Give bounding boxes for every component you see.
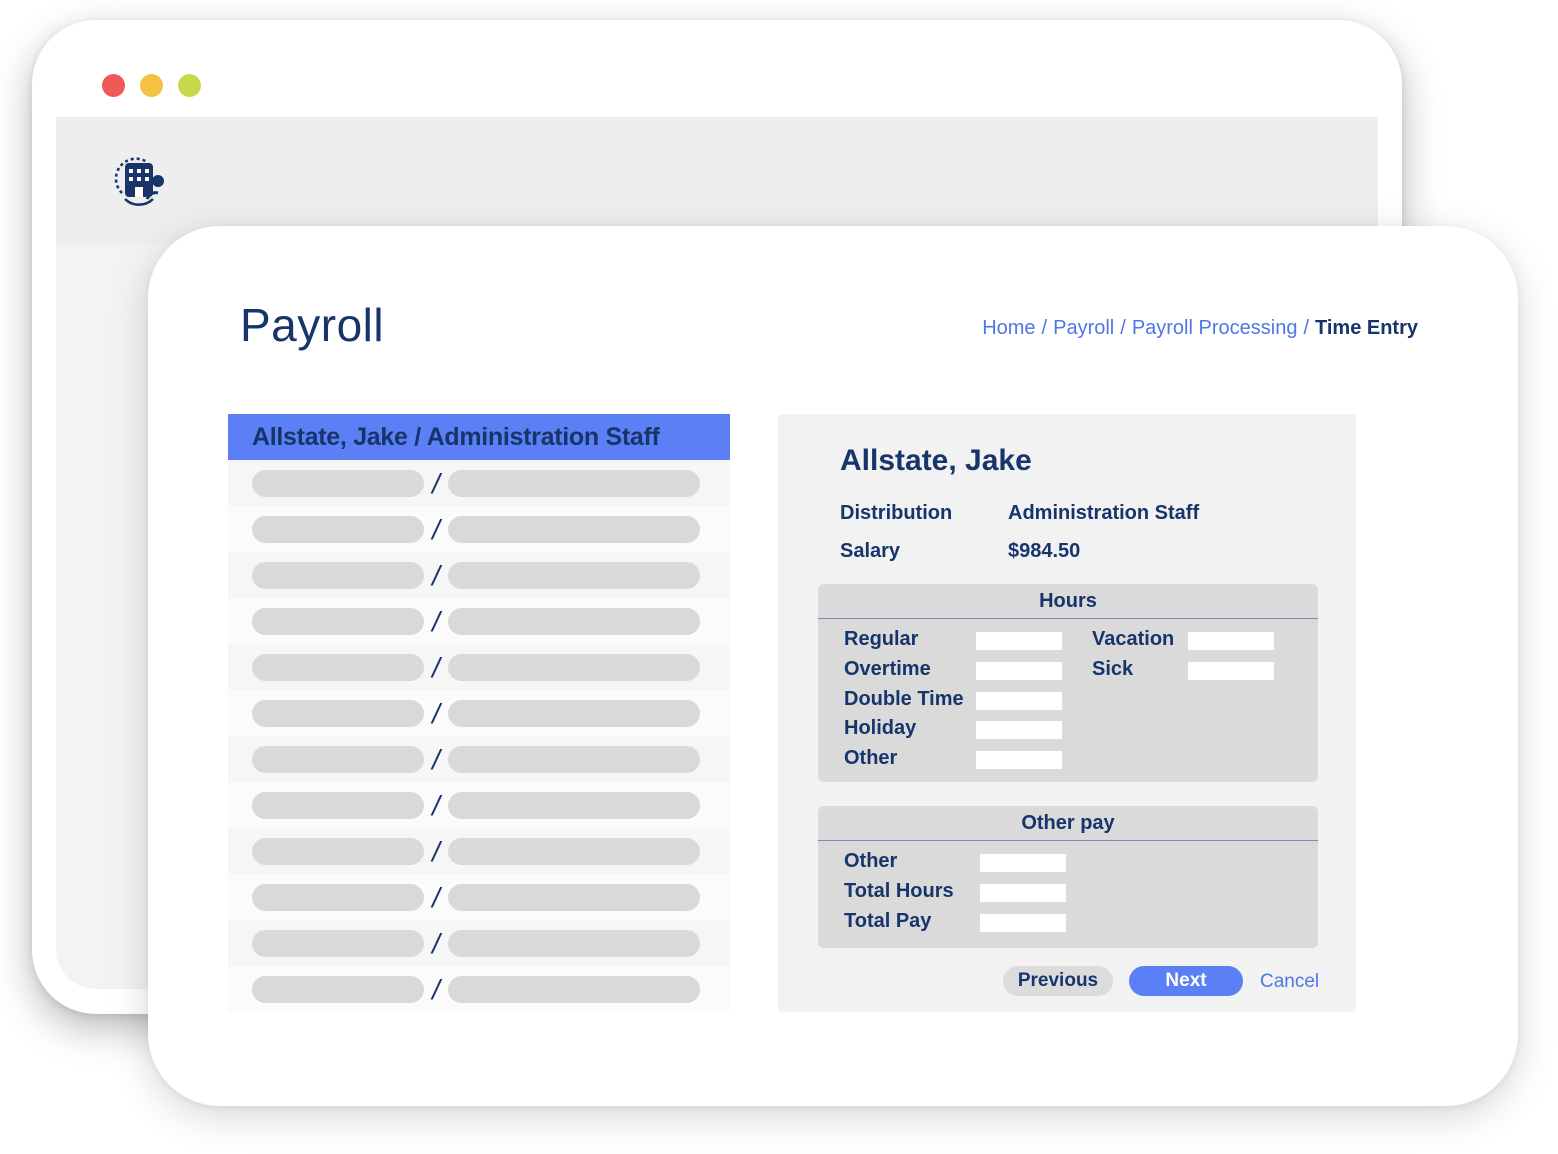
distribution-placeholder	[448, 837, 700, 865]
row-separator: /	[432, 513, 440, 545]
distribution-placeholder	[448, 469, 700, 497]
employee-name-placeholder	[252, 653, 424, 681]
employee-name-placeholder	[252, 929, 424, 957]
hours-section-title: Hours	[818, 584, 1318, 619]
other-hours-input[interactable]	[976, 751, 1062, 769]
row-separator: /	[432, 697, 440, 729]
employee-list-item[interactable]: /	[228, 782, 730, 828]
other-pay-section-title: Other pay	[818, 806, 1318, 841]
window-controls	[102, 74, 201, 97]
row-separator: /	[432, 467, 440, 499]
row-separator: /	[432, 927, 440, 959]
holiday-hours-input[interactable]	[976, 721, 1062, 739]
employee-name-placeholder	[252, 607, 424, 635]
distribution-placeholder	[448, 653, 700, 681]
row-separator: /	[432, 605, 440, 637]
employee-list-item[interactable]: /	[228, 690, 730, 736]
total-hours-input[interactable]	[980, 884, 1066, 902]
employee-name: Allstate, Jake	[840, 444, 1032, 477]
distribution-placeholder	[448, 607, 700, 635]
employee-name-placeholder	[252, 745, 424, 773]
distribution-placeholder	[448, 515, 700, 543]
building-logo-icon[interactable]	[111, 153, 167, 209]
breadcrumb-current: Time Entry	[1315, 317, 1418, 339]
breadcrumb-home[interactable]: Home	[982, 317, 1035, 339]
distribution-value: Administration Staff	[1008, 502, 1200, 524]
payroll-card: Payroll Home / Payroll / Payroll Processing /…	[148, 226, 1518, 1106]
breadcrumb-separator: /	[1303, 317, 1309, 339]
page-title: Payroll	[240, 299, 385, 351]
salary-value: $984.50	[1008, 540, 1081, 562]
employee-name-placeholder	[252, 515, 424, 543]
minimize-window-dot[interactable]	[140, 74, 163, 97]
holiday-hours-label: Holiday	[844, 717, 917, 739]
row-separator: /	[432, 559, 440, 591]
next-button[interactable]: Next	[1129, 966, 1243, 996]
distribution-placeholder	[448, 561, 700, 589]
row-separator: /	[432, 789, 440, 821]
employee-list-selected-row[interactable]: Allstate, Jake / Administration Staff	[228, 414, 730, 460]
breadcrumb-payroll-processing[interactable]: Payroll Processing	[1132, 317, 1298, 339]
hours-section: Hours Regular Overtime Double Time Holid…	[818, 584, 1318, 782]
employee-list-item[interactable]: /	[228, 920, 730, 966]
employee-list-item[interactable]: /	[228, 966, 730, 1012]
double-time-hours-input[interactable]	[976, 692, 1062, 710]
other-pay-section: Other pay Other Total Hours Total Pay	[818, 806, 1318, 948]
employee-list-item[interactable]: /	[228, 598, 730, 644]
close-window-dot[interactable]	[102, 74, 125, 97]
distribution-label: Distribution	[840, 502, 953, 524]
previous-button[interactable]: Previous	[1003, 966, 1113, 996]
breadcrumb: Home / Payroll / Payroll Processing / Time Ent…	[982, 317, 1418, 340]
employee-list-item[interactable]: /	[228, 736, 730, 782]
distribution-placeholder	[448, 929, 700, 957]
employee-list-item[interactable]: /	[228, 874, 730, 920]
regular-hours-label: Regular	[844, 628, 919, 650]
employee-name-placeholder	[252, 975, 424, 1003]
other-pay-label: Other	[844, 850, 898, 872]
vacation-hours-input[interactable]	[1188, 632, 1274, 650]
employee-list-item[interactable]: /	[228, 828, 730, 874]
employee-name-placeholder	[252, 837, 424, 865]
distribution-placeholder	[448, 975, 700, 1003]
employee-list-item[interactable]: /	[228, 460, 730, 506]
cancel-link[interactable]: Cancel	[1260, 971, 1319, 993]
distribution-placeholder	[448, 699, 700, 727]
breadcrumb-payroll[interactable]: Payroll	[1053, 317, 1114, 339]
maximize-window-dot[interactable]	[178, 74, 201, 97]
row-separator: /	[432, 835, 440, 867]
vacation-hours-label: Vacation	[1092, 628, 1175, 650]
other-hours-label: Other	[844, 747, 898, 769]
total-hours-label: Total Hours	[844, 880, 954, 902]
employee-name-placeholder	[252, 561, 424, 589]
row-separator: /	[432, 973, 440, 1005]
sick-hours-input[interactable]	[1188, 662, 1274, 680]
row-separator: /	[432, 881, 440, 913]
distribution-placeholder	[448, 883, 700, 911]
employee-detail-panel: Allstate, Jake Distribution Administrati…	[778, 414, 1356, 1012]
distribution-placeholder	[448, 745, 700, 773]
employee-name-placeholder	[252, 791, 424, 819]
employee-name-placeholder	[252, 469, 424, 497]
employee-name-placeholder	[252, 699, 424, 727]
employee-list-item[interactable]: /	[228, 506, 730, 552]
overtime-hours-input[interactable]	[976, 662, 1062, 680]
double-time-hours-label: Double Time	[844, 688, 964, 710]
breadcrumb-separator: /	[1041, 317, 1048, 339]
total-pay-input[interactable]	[980, 914, 1066, 932]
total-pay-label: Total Pay	[844, 910, 932, 932]
sick-hours-label: Sick	[1092, 658, 1134, 680]
regular-hours-input[interactable]	[976, 632, 1062, 650]
row-separator: /	[432, 651, 440, 683]
employee-name-placeholder	[252, 883, 424, 911]
salary-label: Salary	[840, 540, 901, 562]
breadcrumb-separator: /	[1120, 317, 1126, 339]
other-pay-input[interactable]	[980, 854, 1066, 872]
employee-list-item[interactable]: /	[228, 644, 730, 690]
distribution-placeholder	[448, 791, 700, 819]
row-separator: /	[432, 743, 440, 775]
employee-list: Allstate, Jake / Administration Staff / /…	[228, 414, 730, 1012]
overtime-hours-label: Overtime	[844, 658, 931, 680]
employee-list-item[interactable]: /	[228, 552, 730, 598]
